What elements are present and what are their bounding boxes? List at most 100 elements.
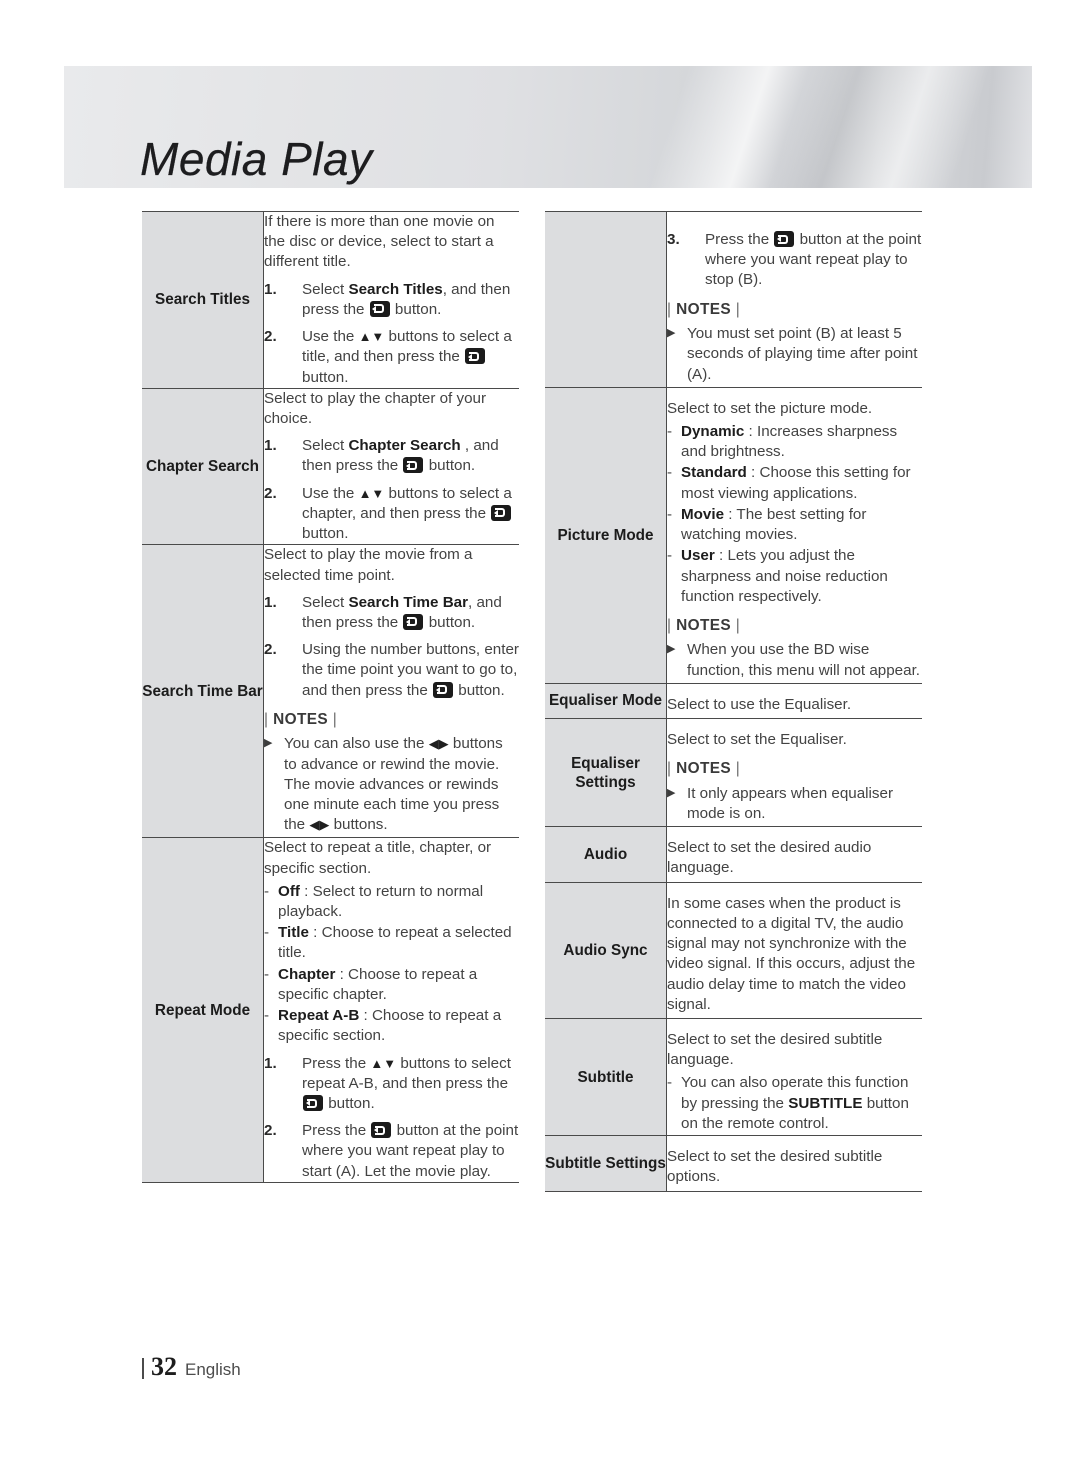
row-label: Equaliser Settings <box>545 718 667 828</box>
row-description: Select to set the picture mode. - Dynamic … <box>666 387 922 684</box>
table-row: Repeat Mode Select to repeat a title, cha… <box>142 837 519 1183</box>
row-intro-text: Select to set the Equaliser. <box>667 731 847 749</box>
step-number: 1. <box>264 437 277 455</box>
note-triangle-icon: ▶ <box>264 737 273 750</box>
enter-button-icon <box>433 681 454 698</box>
numbered-step: 2. Using the number buttons, enter the ti… <box>264 640 519 701</box>
numbered-step: 1. Press the ▲▼ buttons to select repeat … <box>264 1054 519 1115</box>
direction-arrows-icon: ▲▼ <box>358 329 385 345</box>
step-number: 1. <box>264 280 277 298</box>
table-row: 3. Press the button at the point where yo… <box>545 211 922 388</box>
note-text: It only appears when equaliser mode is o… <box>687 784 894 823</box>
numbered-step: 2. Use the ▲▼ buttons to select a chapter… <box>264 484 519 545</box>
note-triangle-icon: ▶ <box>667 786 676 799</box>
row-description: Select to set the Equaliser. | NOTES | ▶ It… <box>666 718 922 828</box>
table-row: Equaliser Mode Select to use the Equalise… <box>545 683 922 720</box>
note-item: ▶ It only appears when equaliser mode is … <box>667 784 922 824</box>
table-row: Audio Sync In some cases when the product… <box>545 882 922 1020</box>
enter-button-icon <box>465 348 486 365</box>
row-description: Select to set the desired audio language… <box>666 826 922 883</box>
dash-text: Title : Choose to repeat a selected titl… <box>278 924 512 962</box>
dash-marker: - <box>667 464 673 482</box>
enter-button-icon <box>369 300 390 317</box>
row-description: 3. Press the button at the point where yo… <box>666 211 922 388</box>
dash-marker: - <box>667 505 673 523</box>
step-text: Press the button at the point where you … <box>705 231 922 289</box>
dash-text: You can also operate this function by pr… <box>681 1074 909 1132</box>
row-description: Select to set the desired subtitle optio… <box>666 1135 922 1192</box>
notes-bar-left: | <box>264 710 269 728</box>
dash-text: Chapter : Choose to repeat a specific ch… <box>278 965 478 1003</box>
step-number: 2. <box>264 484 277 502</box>
step-text: Select Search Titles, and then press the… <box>302 280 511 318</box>
dash-bullet-item: - Title : Choose to repeat a selected tit… <box>264 923 519 963</box>
dash-bullet-item: - User : Lets you adjust the sharpness an… <box>667 546 922 607</box>
row-intro-text: Select to set the desired subtitle langu… <box>667 1031 883 1069</box>
keyword-text: Search Titles <box>348 280 443 298</box>
row-description: Select to use the Equaliser. <box>666 683 922 720</box>
keyword-text: Off <box>278 882 300 900</box>
keyword-text: Movie <box>681 505 725 523</box>
dash-marker: - <box>667 1074 673 1092</box>
table-row: Chapter Search Select to play the chapter… <box>142 388 519 546</box>
step-number: 2. <box>264 328 277 346</box>
step-number: 3. <box>667 231 680 248</box>
keyword-text: Dynamic <box>681 423 745 441</box>
dash-list: - Dynamic : Increases sharpness and brigh… <box>667 422 922 607</box>
row-intro-text: Select to set the desired subtitle optio… <box>667 1148 883 1186</box>
row-label: Equaliser Mode <box>545 683 667 720</box>
notes-heading: | NOTES | <box>264 710 338 728</box>
keyword-text: SUBTITLE <box>788 1094 863 1112</box>
table-row: Subtitle Settings Select to set the desir… <box>545 1135 922 1192</box>
footer-rule <box>142 1357 144 1379</box>
row-label <box>545 211 667 388</box>
dash-list: - Off : Select to return to normal playba… <box>264 882 519 1047</box>
keyword-text: Chapter <box>278 965 336 983</box>
row-intro-text: Select to play the movie from a selected… <box>264 546 473 584</box>
step-list: 1. Select Search Time Bar, and then press… <box>264 593 519 701</box>
note-text: You must set point (B) at least 5 second… <box>687 325 918 383</box>
notes-bar-right: | <box>735 616 741 634</box>
table-row: Picture Mode Select to set the picture mo… <box>545 387 922 684</box>
notes-bar-right: | <box>735 760 741 778</box>
step-text: Select Chapter Search , and then press t… <box>302 437 499 475</box>
row-intro-text: In some cases when the product is connec… <box>667 894 916 1013</box>
step-number: 2. <box>264 641 277 659</box>
notes-heading: | NOTES | <box>667 300 741 318</box>
row-intro-text: Select to repeat a title, chapter, or sp… <box>264 839 492 877</box>
row-intro-text: Select to set the picture mode. <box>667 399 873 417</box>
notes-heading: | NOTES | <box>667 760 741 778</box>
row-intro-text: If there is more than one movie on the d… <box>264 213 495 271</box>
page-language: English <box>185 1360 241 1379</box>
notes-bar-left: | <box>667 616 672 634</box>
table-row: Search Time Bar Select to play the movie … <box>142 544 519 839</box>
direction-arrows-icon: ▲▼ <box>370 1055 397 1071</box>
enter-button-icon <box>371 1122 392 1139</box>
dash-text: User : Lets you adjust the sharpness and… <box>681 547 888 605</box>
dash-bullet-item: - Dynamic : Increases sharpness and brigh… <box>667 422 922 462</box>
step-text: Select Search Time Bar, and then press t… <box>302 593 502 631</box>
step-text: Use the ▲▼ buttons to select a chapter, … <box>302 484 512 543</box>
dash-bullet-item: - Repeat A-B : Choose to repeat a specifi… <box>264 1006 519 1046</box>
step-list: 1. Press the ▲▼ buttons to select repeat … <box>264 1054 519 1182</box>
page-header-banner: Media Play <box>64 66 1032 188</box>
enter-button-icon <box>403 613 424 630</box>
keyword-text: User <box>681 547 715 565</box>
step-text: Use the ▲▼ buttons to select a title, an… <box>302 328 512 386</box>
row-description: Select to play the movie from a selected… <box>263 544 519 839</box>
dash-bullet-item: - You can also operate this function by p… <box>667 1073 922 1134</box>
row-intro-text: Select to play the chapter of your choic… <box>264 389 487 427</box>
row-description: Select to set the desired subtitle langu… <box>666 1018 922 1137</box>
keyword-text: Standard <box>681 464 747 482</box>
numbered-step: 2. Use the ▲▼ buttons to select a title, … <box>264 327 519 388</box>
dash-marker: - <box>667 423 673 441</box>
notes-bar-left: | <box>667 300 672 318</box>
table-row: Equaliser Settings Select to set the Equa… <box>545 718 922 828</box>
note-item: ▶ You can also use the ◀▶ buttons to adva… <box>264 734 519 835</box>
enter-button-icon <box>774 231 795 247</box>
note-triangle-icon: ▶ <box>667 643 676 656</box>
row-label: Subtitle Settings <box>545 1135 667 1192</box>
dash-marker: - <box>264 882 270 900</box>
note-item: ▶ You must set point (B) at least 5 secon… <box>667 324 922 385</box>
enter-button-icon <box>303 1095 323 1112</box>
